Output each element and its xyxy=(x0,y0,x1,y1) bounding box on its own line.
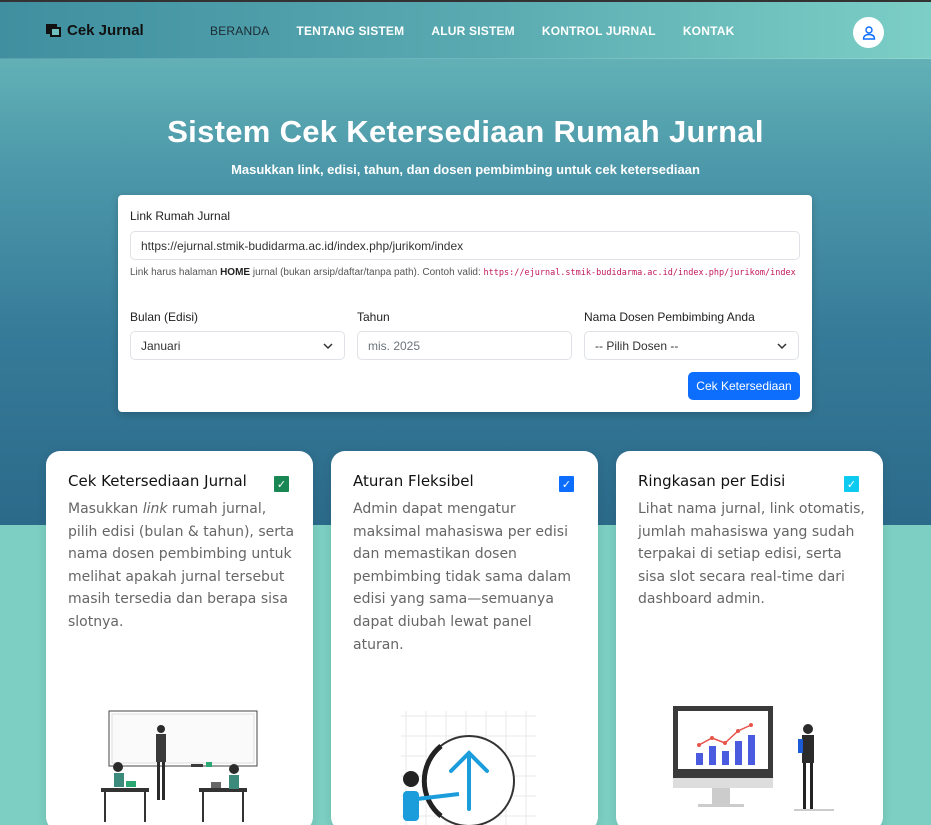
user-account-button[interactable] xyxy=(853,17,884,48)
year-input[interactable]: mis. 2025 xyxy=(357,331,572,360)
availability-form: Link Rumah Jurnal https://ejurnal.stmik-… xyxy=(118,195,812,412)
link-input-value: https://ejurnal.stmik-budidarma.ac.id/in… xyxy=(141,238,464,253)
page-subtitle: Masukkan link, edisi, tahun, dan dosen p… xyxy=(231,162,700,177)
link-help-text: Link harus halaman HOME jurnal (bukan ar… xyxy=(130,264,800,282)
card-title: Cek Ketersediaan Jurnal xyxy=(68,472,247,490)
nav-link-tentang-sistem[interactable]: TENTANG SISTEM xyxy=(296,24,404,38)
help-prefix: Link harus halaman xyxy=(130,267,221,278)
card-text-emphasis: link xyxy=(142,501,168,517)
card-description: Masukkan link rumah jurnal, pilih edisi … xyxy=(68,498,296,634)
brand-logo-icon xyxy=(46,23,62,38)
nav-link-kontak[interactable]: KONTAK xyxy=(683,24,735,38)
classroom-illustration xyxy=(101,710,258,822)
feature-card-cek-ketersediaan: Cek Ketersediaan Jurnal ✓ Masukkan link … xyxy=(46,451,313,825)
lecturer-select[interactable]: -- Pilih Dosen -- xyxy=(584,331,799,360)
check-availability-button[interactable]: Cek Ketersediaan xyxy=(688,372,800,400)
chevron-down-icon xyxy=(777,343,787,350)
link-input[interactable]: https://ejurnal.stmik-budidarma.ac.id/in… xyxy=(130,231,800,260)
card-description: Admin dapat mengatur maksimal mahasiswa … xyxy=(353,501,572,653)
check-icon: ✓ xyxy=(842,474,861,494)
feature-card-ringkasan-edisi: Ringkasan per Edisi ✓ Lihat nama jurnal,… xyxy=(616,451,883,825)
upload-arrow-illustration xyxy=(401,711,536,825)
card-text-part: Masukkan xyxy=(68,501,143,517)
main-menu: BERANDA TENTANG SISTEM ALUR SISTEM KONTR… xyxy=(210,24,734,38)
feature-card-aturan-fleksibel: Aturan Fleksibel ✓ Admin dapat mengatur … xyxy=(331,451,598,825)
year-input-placeholder: mis. 2025 xyxy=(368,338,421,353)
check-icon: ✓ xyxy=(272,474,291,494)
year-label: Tahun xyxy=(357,310,390,324)
month-select-value: Januari xyxy=(141,338,181,353)
link-label: Link Rumah Jurnal xyxy=(130,209,231,223)
card-text-part: rumah jurnal, pilih edisi (bulan & tahun… xyxy=(68,501,295,630)
chevron-down-icon xyxy=(323,343,333,350)
help-suffix: jurnal (bukan arsip/daftar/tanpa path). … xyxy=(250,267,484,278)
dashboard-chart-illustration xyxy=(673,706,834,811)
nav-link-kontrol-jurnal[interactable]: KONTROL JURNAL xyxy=(542,24,656,38)
brand[interactable]: Cek Jurnal xyxy=(46,22,144,39)
card-title: Ringkasan per Edisi xyxy=(638,472,786,490)
help-example-link: https://ejurnal.stmik-budidarma.ac.id/in… xyxy=(483,268,796,278)
lecturer-label: Nama Dosen Pembimbing Anda xyxy=(584,310,755,324)
month-select[interactable]: Januari xyxy=(130,331,345,360)
help-bold: HOME xyxy=(220,267,251,278)
nav-link-beranda[interactable]: BERANDA xyxy=(210,24,269,38)
lecturer-select-value: -- Pilih Dosen -- xyxy=(595,338,679,353)
card-title: Aturan Fleksibel xyxy=(353,472,474,490)
check-icon: ✓ xyxy=(557,474,576,494)
card-description: Lihat nama jurnal, link otomatis, jumlah… xyxy=(638,501,865,608)
page-title: Sistem Cek Ketersediaan Rumah Jurnal xyxy=(167,114,764,149)
brand-name: Cek Jurnal xyxy=(67,22,144,39)
navbar: Cek Jurnal BERANDA TENTANG SISTEM ALUR S… xyxy=(0,2,931,59)
user-icon xyxy=(862,25,875,40)
nav-link-alur-sistem[interactable]: ALUR SISTEM xyxy=(431,24,515,38)
month-label: Bulan (Edisi) xyxy=(130,310,199,324)
